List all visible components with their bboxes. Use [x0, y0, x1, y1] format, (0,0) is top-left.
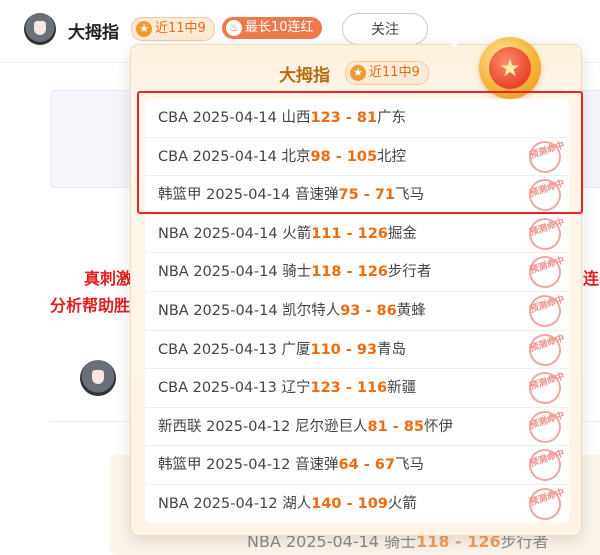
streak-text: 最长10连红 [245, 20, 314, 35]
prediction-hit-stamp-icon: 预测命中 [524, 406, 566, 447]
match-league: NBA [158, 302, 189, 319]
username[interactable]: 大拇指 [68, 18, 119, 43]
star-icon: ★ [350, 65, 366, 81]
match-row[interactable]: 新西联 2025-04-12 尼尔逊巨人81 - 85怀伊 预测命中 [145, 406, 569, 447]
match-away-team: 步行者 [387, 264, 432, 281]
match-league: 韩篮甲 [158, 457, 202, 474]
match-row[interactable]: CBA 2025-04-13 广厦110 - 93青岛 预测命中 [145, 329, 569, 370]
match-row[interactable]: NBA 2025-04-14 骑士118 - 126步行者 预测命中 [145, 252, 569, 293]
match-home-team: 火箭 [282, 225, 312, 242]
match-date: 2025-04-12 [193, 495, 278, 512]
star-icon: ★ [136, 21, 152, 37]
match-date: 2025-04-14 [193, 225, 278, 242]
match-score: 118 - 126 [311, 264, 388, 281]
recent-record-badge: ★ 近11中9 [131, 17, 215, 41]
match-home-team: 骑士 [282, 264, 312, 281]
match-league: NBA [158, 495, 189, 512]
background-headline-right: 连7 [583, 269, 600, 288]
match-date: 2025-04-14 [193, 302, 278, 319]
background-headline-left-2: 分析帮助胜 [50, 296, 131, 315]
recent-record-text: 近11中9 [155, 21, 206, 36]
match-league: 新西联 [158, 418, 202, 435]
avatar-mark [92, 370, 104, 384]
match-home-team: 辽宁 [281, 380, 311, 397]
match-date: 2025-04-12 [206, 457, 291, 474]
sparkle-icon: ✦ [449, 37, 461, 53]
prediction-hit-stamp-icon: 预测命中 [524, 367, 566, 409]
match-away-team: 掘金 [387, 225, 417, 242]
match-home-team: 尼尔逊巨人 [295, 418, 368, 435]
match-home-team: 凯尔特人 [282, 302, 341, 319]
match-away-team: 火箭 [387, 495, 417, 512]
match-date: 2025-04-13 [192, 380, 277, 397]
match-away-team: 新疆 [387, 380, 417, 397]
match-home-team: 湖人 [282, 495, 312, 512]
background-headline-left-1: 真刺激 [84, 269, 133, 288]
popup-title: 大拇指 [279, 66, 330, 86]
match-score: 93 - 86 [340, 302, 397, 319]
avatar-mark [34, 21, 46, 35]
match-row[interactable]: NBA 2025-04-14 凯尔特人93 - 86黄蜂 预测命中 [145, 290, 569, 332]
popup-record-text: 近11中9 [369, 65, 420, 80]
match-date: 2025-04-14 [193, 264, 278, 281]
match-league: CBA [158, 380, 188, 397]
match-league: CBA [158, 341, 188, 358]
prediction-hit-stamp-icon: 预测命中 [524, 213, 566, 254]
match-score: 140 - 109 [311, 495, 388, 512]
background-avatar[interactable] [80, 360, 116, 396]
medal-star-icon: ★ [489, 47, 531, 89]
match-away-team: 怀伊 [423, 418, 453, 435]
prediction-hit-stamp-icon: 预测命中 [524, 329, 566, 370]
match-score: 123 - 116 [310, 380, 388, 397]
match-date: 2025-04-13 [192, 341, 277, 358]
match-home-team: 音速弹 [295, 457, 339, 474]
prediction-hit-stamp-icon: 预测命中 [524, 483, 566, 525]
popup-record-badge: ★ 近11中9 [345, 61, 429, 85]
match-row[interactable]: 韩篮甲 2025-04-12 音速弹64 - 67飞马 预测命中 [145, 445, 569, 486]
prediction-hit-stamp-icon: 预测命中 [524, 252, 566, 293]
match-home-team: 广厦 [281, 341, 311, 358]
match-away-team: 青岛 [377, 341, 407, 358]
match-score: 110 - 93 [310, 341, 378, 358]
match-row[interactable]: CBA 2025-04-13 辽宁123 - 116新疆 预测命中 [145, 367, 569, 409]
match-score: 64 - 67 [338, 457, 395, 474]
fire-icon: ♨ [226, 20, 242, 36]
avatar[interactable] [24, 13, 56, 45]
match-row[interactable]: NBA 2025-04-12 湖人140 - 109火箭 预测命中 [145, 483, 569, 525]
prediction-hit-stamp-icon: 预测命中 [524, 290, 566, 332]
match-away-team: 黄蜂 [396, 302, 426, 319]
match-score: 111 - 126 [311, 225, 388, 242]
match-away-team: 飞马 [394, 457, 424, 474]
match-score: 81 - 85 [367, 418, 424, 435]
match-league: NBA [158, 264, 189, 281]
match-date: 2025-04-12 [206, 418, 291, 435]
highlight-box [137, 91, 583, 214]
match-league: NBA [158, 225, 189, 242]
streak-badge: ♨ 最长10连红 [222, 17, 322, 39]
follow-button[interactable]: 关注 [342, 13, 428, 45]
prediction-hit-stamp-icon: 预测命中 [524, 445, 566, 486]
match-row[interactable]: NBA 2025-04-14 火箭111 - 126掘金 预测命中 [145, 213, 569, 254]
